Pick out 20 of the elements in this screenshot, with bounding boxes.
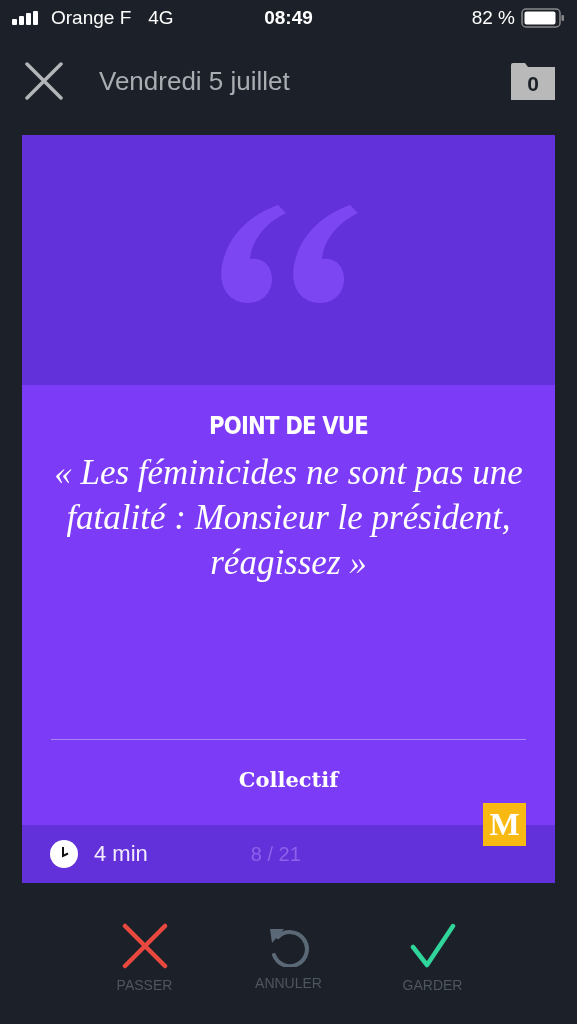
skip-button[interactable]: PASSER: [107, 923, 182, 993]
saved-folder-button[interactable]: 0: [511, 62, 555, 100]
clock-icon: [50, 840, 78, 868]
cross-icon: [121, 923, 168, 969]
check-icon: [409, 923, 456, 969]
reading-time: 4 min: [94, 841, 148, 867]
newspaper-logo: M: [483, 803, 526, 846]
close-icon[interactable]: [25, 62, 63, 100]
battery-icon: [521, 8, 565, 28]
date-title: Vendredi 5 juillet: [99, 65, 291, 97]
undo-button[interactable]: ANNULER: [251, 923, 326, 993]
keep-button[interactable]: GARDER: [395, 923, 470, 993]
carrier-name: Orange F: [51, 7, 132, 29]
quote-icon: [219, 203, 358, 305]
battery-percent: 82 %: [471, 7, 515, 29]
author-name: Collectif: [238, 767, 339, 792]
article-headline[interactable]: « Les féminicides ne sont pas une fatalité : Monsieur le président, réagissez »: [51, 450, 526, 585]
clock-time: 08:49: [264, 7, 313, 29]
network-type: 4G: [148, 7, 174, 29]
rubric-label: POINT DE VUE: [209, 411, 368, 440]
